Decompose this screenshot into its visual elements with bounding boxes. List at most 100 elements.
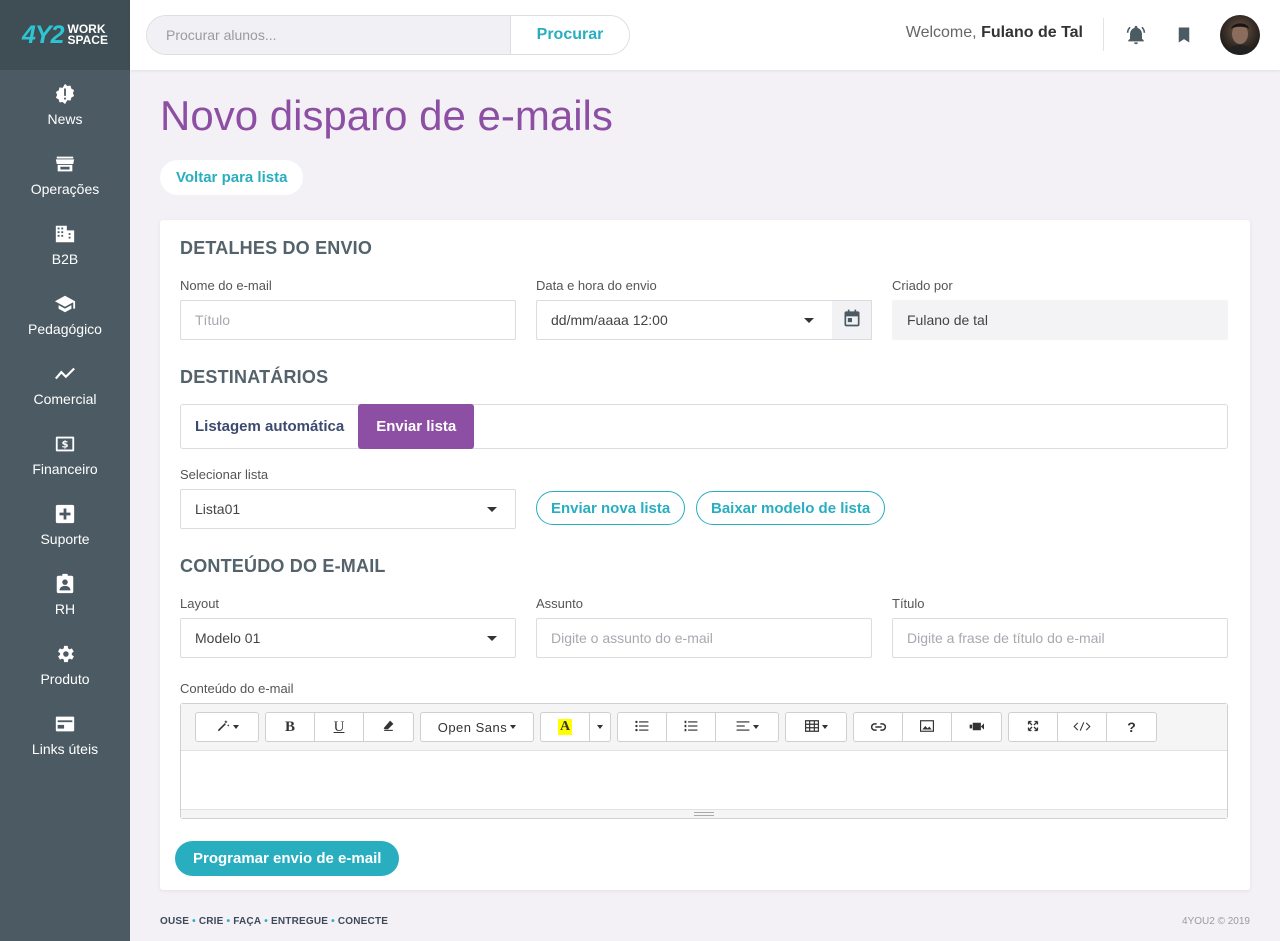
color-dropdown-button[interactable] xyxy=(590,713,610,741)
store-icon xyxy=(54,153,76,175)
welcome-prefix: Welcome, xyxy=(905,24,977,41)
tab-listagem-automatica[interactable]: Listagem automática xyxy=(181,404,358,449)
layout-select[interactable]: Modelo 01 xyxy=(180,618,516,658)
list-select[interactable]: Lista01 xyxy=(180,489,516,529)
calendar-button[interactable] xyxy=(832,300,872,340)
recipients-tabs: Listagem automática Enviar lista xyxy=(180,403,1228,449)
font-family-select[interactable]: Open Sans xyxy=(421,713,533,741)
created-by-value: Fulano de tal xyxy=(892,300,1228,340)
schedule-email-button[interactable]: Programar envio de e-mail xyxy=(175,841,400,876)
footer-word: OUSE xyxy=(160,916,190,927)
avatar[interactable] xyxy=(1220,15,1260,55)
editor-resize-handle[interactable] xyxy=(181,809,1227,818)
logo-text: WORK SPACE xyxy=(67,23,108,47)
image-button[interactable] xyxy=(903,713,952,741)
underline-icon: U xyxy=(333,718,345,735)
link-icon xyxy=(870,720,886,735)
toolbar-group-format: B U xyxy=(265,712,414,742)
clear-format-button[interactable] xyxy=(364,713,413,741)
sidebar-item-pedagogico[interactable]: Pedagógico xyxy=(0,280,130,350)
sidebar-item-rh[interactable]: RH xyxy=(0,560,130,630)
numbered-list-button[interactable] xyxy=(667,713,716,741)
expand-icon xyxy=(1027,720,1039,735)
send-date-label: Data e hora do envio xyxy=(536,278,657,293)
chevron-down-icon xyxy=(752,725,759,729)
layout-label: Layout xyxy=(180,596,220,611)
help-button[interactable]: ? xyxy=(1107,713,1156,741)
toolbar-group-insert xyxy=(853,712,1002,742)
search-bar: Procurar xyxy=(146,15,630,55)
back-to-list-button[interactable]: Voltar para lista xyxy=(160,160,304,195)
style-button[interactable] xyxy=(196,713,258,741)
sidebar-item-comercial[interactable]: Comercial xyxy=(0,350,130,420)
subject-input[interactable] xyxy=(536,618,872,658)
chevron-down-icon xyxy=(487,636,497,641)
bullet-list-icon xyxy=(635,720,649,735)
eraser-icon xyxy=(382,719,395,735)
layout-select-value: Modelo 01 xyxy=(195,630,261,646)
sidebar-item-produto[interactable]: Produto xyxy=(0,630,130,700)
sidebar-item-suporte[interactable]: Suporte xyxy=(0,490,130,560)
email-form-card: DETALHES DO ENVIO Nome do e-mail Data e … xyxy=(160,220,1250,890)
welcome-text: Welcome, Fulano de Tal xyxy=(906,24,1083,42)
section-title-details: DETALHES DO ENVIO xyxy=(180,238,373,258)
sidebar-label: News xyxy=(47,111,83,127)
list-select-value: Lista01 xyxy=(195,501,241,517)
gear-icon xyxy=(54,643,76,665)
code-view-button[interactable] xyxy=(1058,713,1107,741)
video-button[interactable] xyxy=(952,713,1001,741)
page-title: Novo disparo de e-mails xyxy=(160,92,613,139)
sidebar: 4Y2 WORK SPACE News Operações B2B Pedagó… xyxy=(0,0,130,941)
user-name[interactable]: Fulano de Tal xyxy=(981,24,1083,41)
bullet-list-button[interactable] xyxy=(618,713,667,741)
email-name-label: Nome do e-mail xyxy=(180,278,272,293)
search-input[interactable] xyxy=(147,16,510,54)
chevron-down-icon xyxy=(804,318,814,323)
fullscreen-button[interactable] xyxy=(1009,713,1058,741)
bell-icon[interactable] xyxy=(1124,23,1148,47)
sidebar-label: Operações xyxy=(30,181,100,197)
footer-copyright: 4YOU2 © 2019 xyxy=(1182,916,1250,927)
upload-new-list-button[interactable]: Enviar nova lista xyxy=(536,491,686,525)
logo-line-2: SPACE xyxy=(67,33,108,47)
send-date-value: dd/mm/aaaa 12:00 xyxy=(551,312,668,328)
code-icon xyxy=(1073,720,1091,735)
sidebar-label: Links úteis xyxy=(31,741,99,757)
table-button[interactable] xyxy=(786,713,846,741)
brand-logo[interactable]: 4Y2 WORK SPACE xyxy=(0,0,130,70)
bold-button[interactable]: B xyxy=(266,713,315,741)
subject-label: Assunto xyxy=(536,596,583,611)
calendar-icon xyxy=(842,308,862,333)
sidebar-item-news[interactable]: News xyxy=(0,70,130,140)
table-icon xyxy=(804,719,819,735)
chevron-down-icon xyxy=(232,725,239,729)
toolbar-group-table xyxy=(785,712,847,742)
footer-dot: • xyxy=(226,916,231,927)
link-button[interactable] xyxy=(854,713,903,741)
sidebar-item-links-uteis[interactable]: Links úteis xyxy=(0,700,130,770)
tab-enviar-lista[interactable]: Enviar lista xyxy=(358,403,475,449)
footer-word: CRIE xyxy=(198,916,224,927)
sidebar-item-operacoes[interactable]: Operações xyxy=(0,140,130,210)
footer-tagline: OUSE • CRIE • FAÇA • ENTREGUE • CONECTE xyxy=(160,916,388,927)
email-title-input[interactable] xyxy=(892,618,1228,658)
email-body-editor[interactable] xyxy=(181,751,1227,809)
text-color-button[interactable]: A xyxy=(541,713,590,741)
plus-box-icon xyxy=(54,503,76,525)
section-title-content: CONTEÚDO DO E-MAIL xyxy=(180,556,386,576)
trend-line-icon xyxy=(54,363,76,385)
search-button[interactable]: Procurar xyxy=(510,16,629,54)
bookmark-icon[interactable] xyxy=(1172,23,1196,47)
underline-button[interactable]: U xyxy=(315,713,364,741)
send-date-select[interactable]: dd/mm/aaaa 12:00 xyxy=(536,300,833,340)
align-button[interactable] xyxy=(716,713,778,741)
section-title-recipients: DESTINATÁRIOS xyxy=(180,367,329,387)
sidebar-item-b2b[interactable]: B2B xyxy=(0,210,130,280)
email-name-input[interactable] xyxy=(180,300,516,340)
email-body-label: Conteúdo do e-mail xyxy=(180,681,294,696)
download-list-template-button[interactable]: Baixar modelo de lista xyxy=(696,491,886,525)
chevron-down-icon xyxy=(510,725,517,729)
help-icon: ? xyxy=(1127,719,1136,735)
sidebar-label: Produto xyxy=(40,671,90,687)
sidebar-item-financeiro[interactable]: $ Financeiro xyxy=(0,420,130,490)
